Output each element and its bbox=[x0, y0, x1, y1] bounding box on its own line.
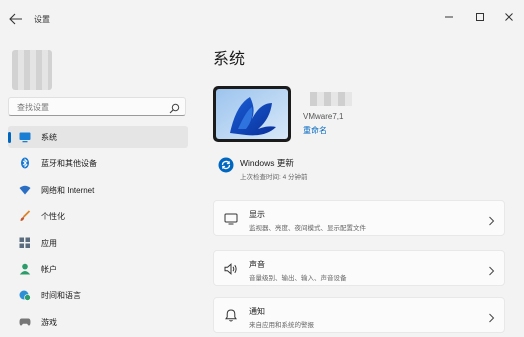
search-placeholder: 查找设置 bbox=[17, 103, 49, 112]
settings-window: 设置 查找设置 系统 蓝牙和其他设备 网络和 Internet 个性化 应用 帐… bbox=[0, 0, 524, 334]
maximize-button[interactable] bbox=[471, 10, 489, 24]
window-title: 设置 bbox=[34, 15, 50, 24]
bluetooth-icon bbox=[19, 157, 31, 169]
sidebar-item-label: 蓝牙和其他设备 bbox=[41, 159, 97, 169]
windows-update-title[interactable]: Windows 更新 bbox=[240, 157, 294, 169]
settings-card-sound[interactable]: 声音 音量级别、输出、输入、声音设备 bbox=[213, 250, 505, 286]
globe-clock-icon bbox=[19, 289, 31, 302]
sidebar-item-label: 帐户 bbox=[41, 264, 57, 274]
sidebar-item-personalization[interactable]: 个性化 bbox=[8, 205, 188, 227]
settings-card-display[interactable]: 显示 监视器、亮度、夜间模式、显示配置文件 bbox=[213, 200, 505, 236]
sidebar-item-label: 网络和 Internet bbox=[41, 185, 95, 195]
apps-icon bbox=[19, 237, 31, 249]
sidebar-item-system[interactable]: 系统 bbox=[8, 126, 188, 148]
account-icon bbox=[19, 263, 31, 275]
card-title: 声音 bbox=[249, 260, 265, 269]
sidebar-item-label: 时间和语言 bbox=[41, 291, 81, 301]
card-subtitle: 监视器、亮度、夜间模式、显示配置文件 bbox=[249, 225, 366, 232]
windows-update-icon[interactable] bbox=[218, 157, 234, 173]
rename-link[interactable]: 重命名 bbox=[303, 125, 327, 136]
chevron-right-icon bbox=[488, 213, 495, 226]
back-arrow-icon[interactable] bbox=[9, 12, 23, 25]
game-controller-icon bbox=[19, 316, 31, 328]
sidebar-item-label: 个性化 bbox=[41, 212, 65, 222]
sidebar-item-label: 系统 bbox=[41, 133, 57, 142]
card-subtitle: 来自应用和系统的警报 bbox=[249, 322, 314, 329]
sidebar-item-time-language[interactable]: 时间和语言 bbox=[8, 284, 188, 306]
sidebar-nav: 系统 蓝牙和其他设备 网络和 Internet 个性化 应用 帐户 时间和语言 … bbox=[8, 126, 188, 337]
device-name-redacted bbox=[310, 92, 352, 106]
card-title: 显示 bbox=[249, 210, 265, 219]
device-wallpaper-thumbnail[interactable] bbox=[213, 86, 291, 142]
wallpaper-image bbox=[216, 89, 288, 139]
sidebar-item-apps[interactable]: 应用 bbox=[8, 232, 188, 254]
wifi-icon bbox=[19, 184, 31, 196]
windows-update-subtitle: 上次检查时间: 4 分钟前 bbox=[240, 174, 308, 181]
brush-icon bbox=[19, 210, 31, 222]
settings-card-notifications[interactable]: 通知 来自应用和系统的警报 bbox=[213, 297, 505, 333]
sidebar: 查找设置 系统 蓝牙和其他设备 网络和 Internet 个性化 应用 帐户 时… bbox=[0, 34, 195, 334]
page-title: 系统 bbox=[213, 51, 246, 68]
search-input[interactable]: 查找设置 bbox=[8, 97, 186, 116]
speaker-icon bbox=[224, 262, 238, 275]
display-icon bbox=[224, 212, 238, 225]
sidebar-item-label: 游戏 bbox=[41, 317, 57, 327]
sidebar-item-bluetooth[interactable]: 蓝牙和其他设备 bbox=[8, 152, 188, 174]
sidebar-item-network[interactable]: 网络和 Internet bbox=[8, 179, 188, 201]
search-icon[interactable] bbox=[169, 101, 180, 114]
monitor-icon bbox=[19, 131, 31, 143]
sidebar-item-label: 应用 bbox=[41, 238, 57, 248]
bell-icon bbox=[224, 309, 238, 322]
close-button[interactable] bbox=[500, 10, 518, 24]
device-name: VMware7,1 bbox=[303, 112, 344, 121]
minimize-button[interactable] bbox=[440, 10, 458, 24]
avatar[interactable] bbox=[12, 50, 52, 90]
main-content: 系统 VMware7,1 重命名 Windows 更新 上次检查时间: 4 分钟… bbox=[206, 34, 524, 334]
title-bar: 设置 bbox=[0, 0, 524, 34]
sidebar-item-gaming[interactable]: 游戏 bbox=[8, 311, 188, 333]
card-title: 通知 bbox=[249, 307, 265, 316]
card-subtitle: 音量级别、输出、输入、声音设备 bbox=[249, 275, 347, 282]
sidebar-item-accounts[interactable]: 帐户 bbox=[8, 258, 188, 280]
chevron-right-icon bbox=[488, 310, 495, 323]
chevron-right-icon bbox=[488, 263, 495, 276]
